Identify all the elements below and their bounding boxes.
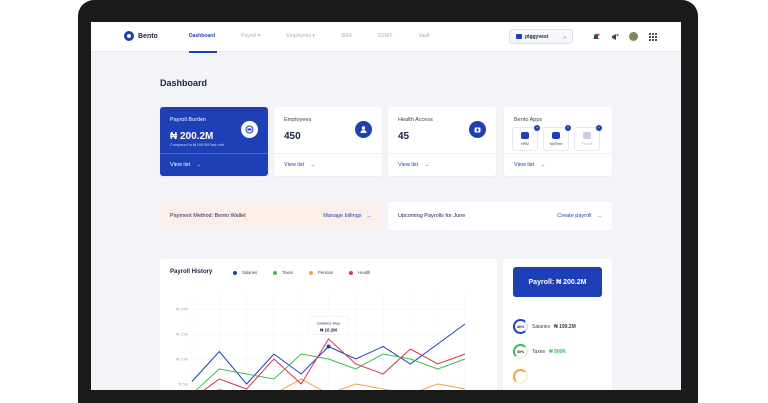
view-list-link[interactable]: View list → <box>514 162 546 168</box>
arrow-right-icon: → <box>196 162 202 168</box>
card-divider <box>274 153 382 154</box>
app-tile-hrm[interactable]: + HRM <box>512 125 540 151</box>
legend-item-health: Health <box>349 270 370 275</box>
upcoming-payrolls-label: Upcoming Payrolls for June <box>398 213 466 219</box>
add-badge: + <box>596 125 602 131</box>
stat-row-pension <box>513 369 532 384</box>
nav-employees[interactable]: Employees ▾ <box>286 33 315 39</box>
card-value: ₦ 200.2M <box>170 131 214 142</box>
main-nav: Dashboard Payroll ▾ Employees ▾ SMA SSNI… <box>189 33 456 53</box>
view-list-link[interactable]: View list → <box>398 162 430 168</box>
y-tick-label: ₦ 10M <box>176 357 188 362</box>
medical-kit-icon <box>469 121 486 138</box>
add-badge: + <box>565 125 571 131</box>
arrow-right-icon: → <box>310 162 316 168</box>
user-menu[interactable] <box>629 32 638 41</box>
manage-billings-link[interactable]: Manage billings → <box>323 213 372 219</box>
shield-icon <box>552 132 560 139</box>
payroll-history-chart: ₦ 20M ₦ 15M ₦ 10M ₦ 5M Salaries May ₦ 10.2M <box>176 294 466 390</box>
card-value: 45 <box>398 131 410 142</box>
nav-sma[interactable]: SMA <box>341 33 352 39</box>
nav-dashboard[interactable]: Dashboard <box>189 33 218 53</box>
payroll-history-card: ₦ 20M ₦ 15M ₦ 10M ₦ 5M Salaries May ₦ 10.2M P… <box>160 259 497 390</box>
app-screen: Bento Dashboard Payroll ▾ Employees ▾ SM… <box>91 22 681 390</box>
card-label: Payroll Burden <box>170 117 207 123</box>
stat-row-taxes: 30% Taxes ₦ 500K <box>513 344 566 359</box>
shield-icon <box>583 132 591 139</box>
legend-item-salaries: Salaries <box>233 270 257 275</box>
payroll-total-button[interactable]: Payroll: ₦ 200.2M <box>513 267 602 297</box>
user-icon <box>355 121 372 138</box>
stat-label: Taxes <box>532 348 546 355</box>
money-icon <box>241 121 258 138</box>
stat-amount: ₦ 500K <box>549 348 567 355</box>
view-list-link[interactable]: View list → <box>284 162 316 168</box>
progress-ring: 30% <box>513 344 528 359</box>
bell-icon[interactable] <box>591 32 600 41</box>
y-tick-label: ₦ 15M <box>176 332 188 337</box>
app-tile-mytime[interactable]: + MyTime <box>543 125 571 151</box>
arrow-right-icon: → <box>366 213 373 219</box>
avatar <box>629 32 638 41</box>
payroll-burden-card[interactable]: Payroll Burden ₦ 200.2M Compared to ₦ 19… <box>160 107 268 176</box>
add-badge: + <box>534 125 540 131</box>
page-title: Dashboard <box>160 78 208 88</box>
company-switcher[interactable]: piggyvest ⌄ <box>509 29 573 44</box>
payment-method-label: Payment Method: Bento Wallet <box>170 213 246 219</box>
card-label: Health Access <box>398 117 433 123</box>
app-name: Payroll <box>581 142 593 146</box>
app-name: MyTime <box>549 142 563 146</box>
company-name: piggyvest <box>525 33 549 40</box>
chart-title: Payroll History <box>170 269 213 275</box>
stat-amount: ₦ 199.2M <box>554 323 576 330</box>
app-name: HRM <box>521 142 529 146</box>
arrow-right-icon: → <box>424 162 430 168</box>
view-list-link[interactable]: View list → <box>170 162 202 168</box>
legend-item-pension: Pension <box>309 270 333 275</box>
stat-row-salaries: 40% Salaries ₦ 199.2M <box>513 319 576 334</box>
top-navbar: Bento Dashboard Payroll ▾ Employees ▾ SM… <box>91 22 681 53</box>
card-divider <box>388 153 496 154</box>
card-label: Bento Apps <box>514 117 543 123</box>
card-value: 450 <box>284 131 301 142</box>
nav-payroll[interactable]: Payroll ▾ <box>241 33 260 39</box>
nav-vault[interactable]: Vault <box>419 33 430 39</box>
bento-logo-icon <box>124 31 134 41</box>
app-tile-payroll[interactable]: + Payroll <box>574 125 602 151</box>
upcoming-payrolls-strip: Upcoming Payrolls for June Create payrol… <box>388 202 612 230</box>
y-tick-label: ₦ 20M <box>176 307 188 312</box>
hrm-icon <box>521 132 529 139</box>
card-comparison: Compared to ₦ 199.5M last mth <box>170 143 224 147</box>
top-icons <box>591 32 657 41</box>
progress-ring: 40% <box>513 319 528 334</box>
payroll-summary-card: Payroll: ₦ 200.2M 40% Salaries ₦ 199.2M … <box>503 259 612 390</box>
bento-apps-card[interactable]: Bento Apps + HRM + MyTime + Payroll View… <box>504 107 612 176</box>
tooltip-label: Salaries May <box>317 321 340 326</box>
company-icon <box>516 34 522 39</box>
create-payroll-link[interactable]: Create payroll → <box>557 213 602 219</box>
card-divider <box>504 153 612 154</box>
apps-list: + HRM + MyTime + Payroll <box>512 125 602 151</box>
y-tick-label: ₦ 5M <box>178 382 188 387</box>
arrow-right-icon: → <box>596 213 603 219</box>
health-access-card[interactable]: Health Access 45 View list → <box>388 107 496 176</box>
logo[interactable]: Bento <box>124 31 158 41</box>
tooltip-value: ₦ 10.2M <box>320 328 337 333</box>
chevron-down-icon: ⌄ <box>562 33 567 40</box>
megaphone-icon[interactable] <box>610 32 619 41</box>
card-label: Employees <box>284 117 312 123</box>
progress-ring <box>513 369 528 384</box>
legend-item-taxes: Taxes <box>273 270 293 275</box>
nav-ssnit[interactable]: SSNIT <box>378 33 393 39</box>
card-divider <box>160 153 268 154</box>
arrow-right-icon: → <box>540 162 546 168</box>
stat-label: Salaries <box>532 323 551 330</box>
payment-method-strip: Payment Method: Bento Wallet Manage bill… <box>160 202 382 230</box>
apps-grid-icon[interactable] <box>648 32 657 41</box>
logo-text: Bento <box>138 32 158 40</box>
chart-legend: Salaries Taxes Pension Health <box>233 270 370 275</box>
tooltip-point[interactable] <box>326 344 331 349</box>
employees-card[interactable]: Employees 450 View list → <box>274 107 382 176</box>
